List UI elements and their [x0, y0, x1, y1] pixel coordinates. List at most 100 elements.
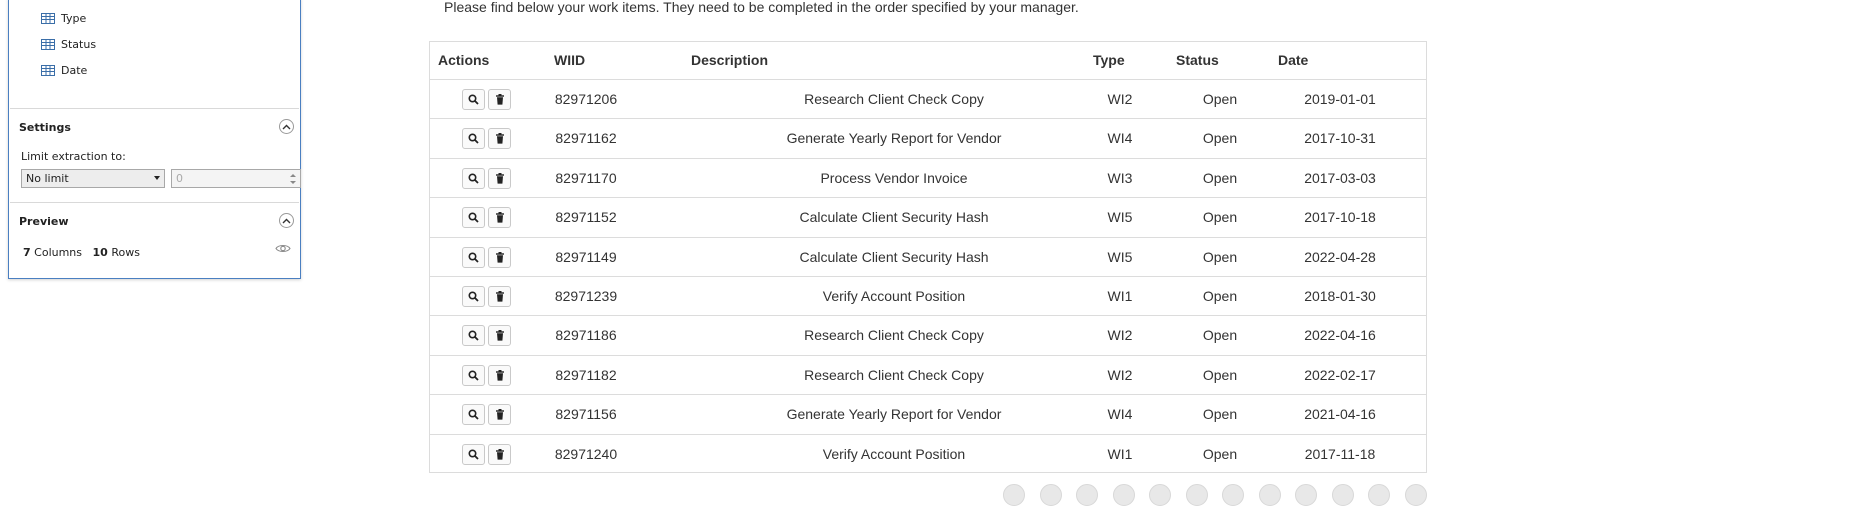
view-button[interactable]: [462, 404, 485, 426]
divider: [10, 202, 299, 203]
table-row: 82971152 Calculate Client Security Hash WI…: [430, 197, 1426, 236]
status-cell: Open: [1202, 327, 1238, 344]
page-button[interactable]: [1112, 484, 1135, 506]
status-cell: Open: [1202, 91, 1238, 107]
header-type: Type: [1093, 52, 1125, 68]
trash-icon: [495, 94, 504, 105]
view-button[interactable]: [462, 246, 485, 268]
type-cell: WI2: [1107, 91, 1133, 107]
wiid-cell: 82971182: [555, 366, 617, 383]
rows-word: Rows: [111, 246, 140, 259]
view-button[interactable]: [462, 364, 485, 386]
type-cell: WI2: [1107, 366, 1133, 383]
date-cell: 2022-02-17: [1304, 366, 1376, 383]
rows-count: 10: [92, 246, 108, 259]
trash-icon: [495, 251, 504, 263]
stepper-down-icon[interactable]: [290, 181, 296, 184]
status-cell: Open: [1202, 209, 1238, 226]
search-icon: [468, 449, 479, 460]
view-button[interactable]: [462, 325, 485, 347]
delete-button[interactable]: [488, 364, 511, 386]
page-button[interactable]: [1295, 484, 1317, 506]
delete-button[interactable]: [488, 246, 511, 268]
status-cell: Open: [1202, 288, 1238, 304]
header-status: Status: [1176, 52, 1219, 68]
extraction-panel: Type Status Date Settings Limit extracti…: [8, 0, 301, 279]
view-button[interactable]: [462, 443, 485, 465]
delete-button[interactable]: [488, 207, 511, 229]
delete-button[interactable]: [488, 443, 511, 465]
stepper-up-icon[interactable]: [290, 174, 296, 177]
description-cell: Verify Account Position: [822, 288, 966, 304]
view-button[interactable]: [462, 167, 485, 189]
view-button[interactable]: [462, 207, 485, 229]
preview-title: Preview: [19, 215, 69, 228]
field-label: Type: [61, 11, 87, 25]
settings-title: Settings: [19, 121, 71, 134]
table-column-icon: [41, 38, 55, 50]
field-item-date[interactable]: Date: [41, 61, 87, 79]
page-button[interactable]: [1076, 484, 1098, 506]
table-row: 82971239 Verify Account Position WI1 Open 20…: [430, 276, 1426, 315]
page-button[interactable]: [1185, 484, 1208, 506]
page-button[interactable]: [1003, 484, 1025, 506]
trash-icon: [495, 291, 504, 302]
preview-collapse-button[interactable]: [279, 213, 294, 228]
limit-count-stepper[interactable]: 0: [171, 169, 301, 188]
trash-icon: [495, 133, 504, 144]
divider: [10, 108, 299, 109]
date-cell: 2022-04-28: [1304, 248, 1376, 265]
page-button[interactable]: [1222, 484, 1244, 506]
table-row: 82971186 Research Client Check Copy WI2 Ope…: [430, 315, 1426, 354]
table-column-icon: [41, 12, 55, 24]
description-cell: Generate Yearly Report for Vendor: [786, 406, 1002, 423]
delete-button[interactable]: [488, 286, 511, 307]
description-cell: Calculate Client Security Hash: [799, 209, 989, 226]
date-cell: 2017-10-31: [1304, 130, 1376, 147]
limit-extraction-label: Limit extraction to:: [21, 150, 126, 163]
search-icon: [468, 370, 479, 381]
view-button[interactable]: [462, 89, 485, 110]
description-cell: Verify Account Position: [822, 445, 966, 462]
field-label: Status: [61, 37, 97, 51]
page-button[interactable]: [1039, 484, 1062, 506]
type-cell: WI5: [1107, 209, 1133, 226]
status-cell: Open: [1202, 366, 1238, 383]
search-icon: [468, 212, 479, 223]
type-cell: WI5: [1107, 248, 1133, 265]
description-cell: Research Client Check Copy: [804, 91, 984, 107]
page-button[interactable]: [1331, 484, 1354, 506]
date-cell: 2017-10-18: [1304, 209, 1376, 226]
delete-button[interactable]: [488, 89, 511, 110]
search-icon: [468, 133, 479, 145]
field-item-type[interactable]: Type: [41, 9, 86, 27]
chevron-up-icon: [282, 218, 291, 223]
date-cell: 2017-03-03: [1304, 169, 1376, 186]
type-cell: WI3: [1107, 169, 1133, 186]
date-cell: 2017-11-18: [1304, 445, 1376, 462]
view-button[interactable]: [462, 286, 485, 307]
table-row: 82971149 Calculate Client Security Hash WI…: [430, 236, 1426, 276]
page-button[interactable]: [1149, 484, 1171, 506]
description-cell: Calculate Client Security Hash: [799, 248, 989, 265]
eye-icon[interactable]: [275, 243, 291, 254]
dropdown-arrow-icon: [154, 176, 160, 180]
limit-extraction-select[interactable]: No limit: [21, 169, 165, 188]
field-item-status[interactable]: Status: [41, 35, 96, 53]
field-label: Date: [61, 63, 88, 77]
delete-button[interactable]: [488, 325, 511, 347]
description-cell: Research Client Check Copy: [804, 366, 984, 383]
settings-collapse-button[interactable]: [279, 119, 294, 134]
wiid-cell: 82971156: [555, 406, 617, 423]
delete-button[interactable]: [488, 128, 511, 150]
view-button[interactable]: [462, 128, 485, 150]
delete-button[interactable]: [488, 167, 511, 189]
wiid-cell: 82971152: [555, 209, 617, 226]
page-button[interactable]: [1404, 484, 1427, 506]
date-cell: 2021-04-16: [1304, 406, 1376, 423]
page-button[interactable]: [1258, 484, 1281, 506]
page-button[interactable]: [1368, 484, 1390, 506]
delete-button[interactable]: [488, 404, 511, 426]
status-cell: Open: [1202, 406, 1238, 423]
status-cell: Open: [1202, 130, 1238, 147]
